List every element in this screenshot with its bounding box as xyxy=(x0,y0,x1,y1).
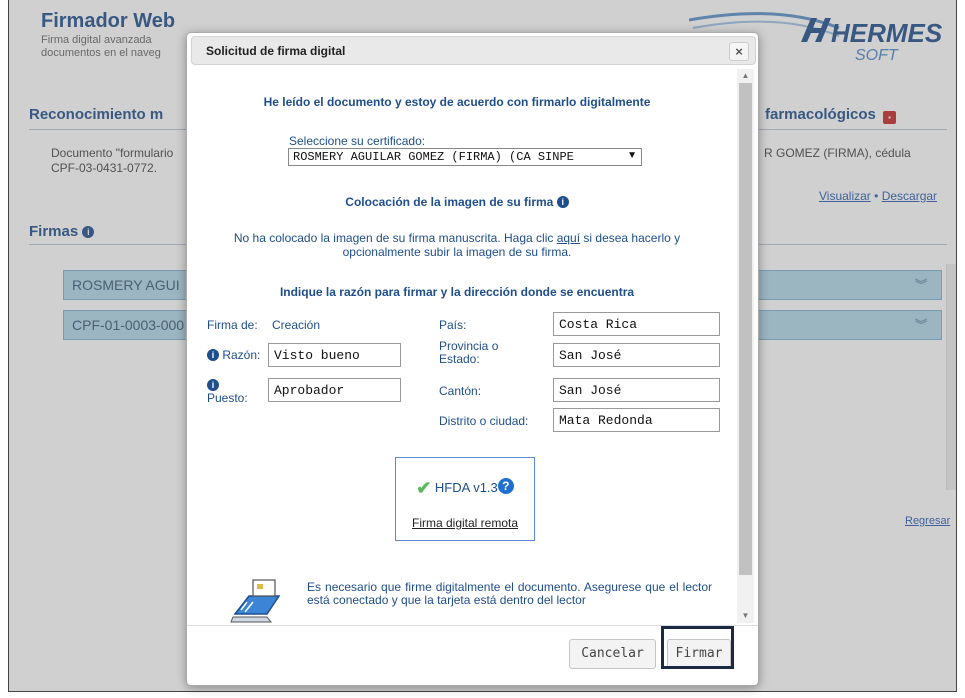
image-heading: Colocación de la imagen de su firma i xyxy=(187,195,727,209)
puesto-label-text: Puesto: xyxy=(207,391,248,405)
distrito-input[interactable]: Mata Redonda xyxy=(553,408,720,432)
provincia-input[interactable]: San José xyxy=(553,343,720,367)
distrito-label: Distrito o ciudad: xyxy=(439,414,529,428)
dialog-title: Solicitud de firma digital xyxy=(206,44,346,58)
info-icon[interactable]: i xyxy=(556,196,569,208)
agree-heading: He leído el documento y estoy de acuerdo… xyxy=(263,95,651,109)
scroll-down-icon[interactable]: ▼ xyxy=(737,609,754,623)
scroll-thumb[interactable] xyxy=(739,83,752,575)
reader-notice: Es necesario que firme digitalmente el d… xyxy=(307,580,712,607)
info-icon[interactable]: i xyxy=(207,379,219,391)
razon-input[interactable]: Visto bueno xyxy=(268,343,401,367)
notice-text: No ha colocado la imagen de su firma man… xyxy=(233,231,557,245)
certificate-label: Seleccione su certificado: xyxy=(289,134,426,148)
cancel-button[interactable]: Cancelar xyxy=(569,639,656,669)
signature-dialog: Solicitud de firma digital × He leído el… xyxy=(186,32,759,686)
canton-label: Cantón: xyxy=(439,384,482,398)
hfda-label: HFDA v1.3 xyxy=(434,480,498,495)
close-icon[interactable]: × xyxy=(729,42,749,61)
sign-button-highlight xyxy=(661,626,734,669)
puesto-label: i Puesto: xyxy=(207,379,248,405)
info-icon[interactable]: i xyxy=(207,349,219,361)
certificate-select-value: ROSMERY AGUILAR GOMEZ (FIRMA) (CA SINPE xyxy=(293,150,574,164)
firma-de-value: Creación xyxy=(272,318,321,332)
puesto-input[interactable]: Aprobador xyxy=(268,378,401,402)
provincia-label-line2: Estado: xyxy=(439,352,480,366)
upload-image-link[interactable]: aquí xyxy=(557,231,580,245)
dropdown-arrow-icon: ▼ xyxy=(627,150,637,161)
image-heading-text: Colocación de la imagen de su firma xyxy=(345,195,554,209)
hfda-option[interactable]: ✔ HFDA v1.3? Firma digital remota xyxy=(395,457,535,541)
certificate-select[interactable]: ROSMERY AGUILAR GOMEZ (FIRMA) (CA SINPE … xyxy=(288,148,642,166)
help-icon[interactable]: ? xyxy=(497,478,514,494)
reason-heading: Indique la razón para firmar y la direcc… xyxy=(279,285,635,299)
dialog-body: He leído el documento y estoy de acuerdo… xyxy=(187,69,758,625)
canton-input[interactable]: San José xyxy=(553,378,720,402)
notice-line1: No ha colocado la imagen de su firma man… xyxy=(187,231,727,245)
razon-label-text: Razón: xyxy=(222,348,261,362)
dialog-scrollbar[interactable]: ▲ ▼ xyxy=(737,69,754,623)
dialog-header: Solicitud de firma digital × xyxy=(191,36,756,65)
provincia-label: Provincia o Estado: xyxy=(439,340,498,366)
checkmark-icon: ✔ xyxy=(416,478,432,498)
pais-input[interactable]: Costa Rica xyxy=(553,312,720,336)
remote-signature-link[interactable]: Firma digital remota xyxy=(396,516,534,530)
notice-line2: opcionalmente subir la imagen de su firm… xyxy=(342,245,572,259)
firma-de-label: Firma de: xyxy=(207,318,258,332)
scroll-up-icon[interactable]: ▲ xyxy=(737,69,754,83)
hfda-label-row: ✔ HFDA v1.3? xyxy=(396,478,534,499)
pais-label: País: xyxy=(439,318,467,332)
signature-image-notice: No ha colocado la imagen de su firma man… xyxy=(187,231,727,259)
razon-label: i Razón: xyxy=(207,349,260,362)
notice-text: si desea hacerlo y xyxy=(580,231,681,245)
card-reader-icon xyxy=(230,579,281,623)
